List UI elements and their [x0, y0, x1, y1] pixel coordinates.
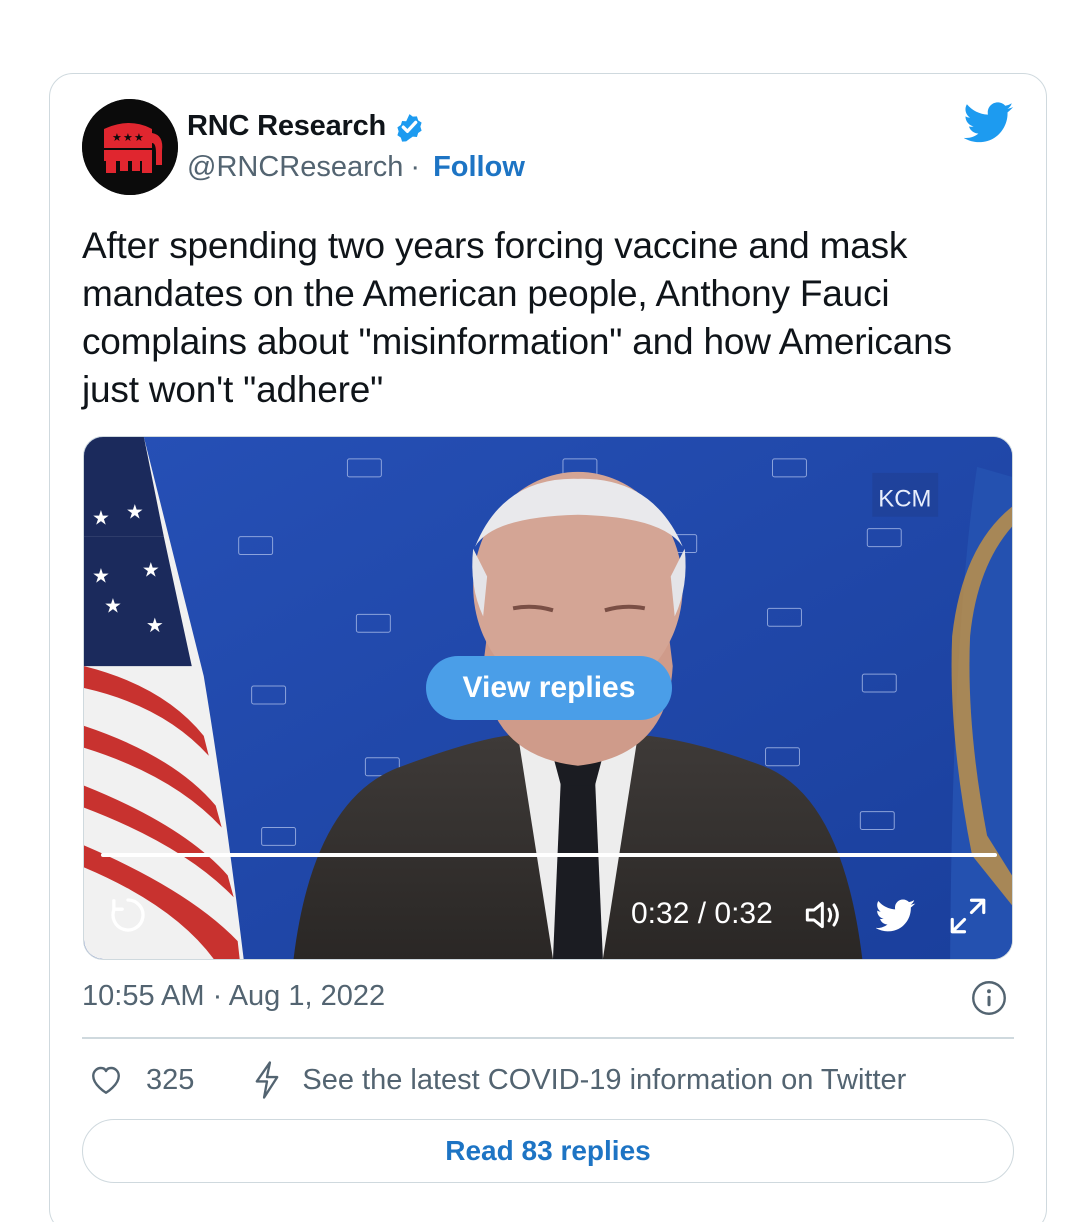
separator-dot: ·	[410, 151, 421, 183]
volume-icon[interactable]	[802, 895, 846, 935]
tweet-text: After spending two years forcing vaccine…	[82, 225, 952, 410]
video-progress-bar[interactable]	[101, 853, 997, 857]
elephant-logo-icon: ★ ★ ★	[82, 99, 178, 195]
lightning-bolt-icon	[255, 1061, 279, 1099]
svg-text:★: ★	[104, 593, 122, 617]
covid-info-link[interactable]: See the latest COVID-19 information on T…	[302, 1064, 906, 1097]
read-replies-button[interactable]: Read 83 replies	[82, 1119, 1014, 1183]
author-name-row: RNC Research	[187, 110, 426, 143]
svg-text:★: ★	[134, 131, 144, 144]
svg-text:★: ★	[92, 563, 110, 587]
follow-link[interactable]: Follow	[433, 151, 525, 184]
divider	[82, 1037, 1014, 1039]
info-icon[interactable]	[971, 980, 1007, 1016]
like-count[interactable]: 325	[146, 1064, 194, 1097]
video-timecode: 0:32 / 0:32	[631, 897, 773, 930]
twitter-bird-icon[interactable]	[876, 899, 916, 933]
tweet-timestamp[interactable]: 10:55 AM · Aug 1, 2022	[82, 980, 385, 1013]
svg-text:★: ★	[112, 131, 122, 144]
tweet-actions-row: 325 See the latest COVID-19 information …	[82, 1058, 906, 1102]
verified-badge-icon	[397, 114, 422, 142]
heart-icon[interactable]	[88, 1062, 124, 1098]
fullscreen-icon[interactable]	[947, 895, 989, 937]
author-handle-row: @RNCResearch · Follow	[187, 151, 525, 184]
svg-text:★: ★	[123, 131, 133, 144]
kcm-watermark: KCM	[878, 486, 931, 513]
twitter-bird-icon[interactable]	[964, 102, 1014, 144]
author-avatar[interactable]: ★ ★ ★	[82, 99, 178, 195]
svg-text:★: ★	[126, 500, 144, 524]
view-replies-button[interactable]: View replies	[426, 656, 672, 720]
svg-text:★: ★	[92, 506, 110, 530]
svg-text:★: ★	[142, 557, 160, 581]
svg-text:★: ★	[146, 613, 164, 637]
replay-icon[interactable]	[108, 895, 148, 935]
video-player[interactable]: KCM ★ ★ ★ ★ ★ ★ View replies 0:32 / 0:32	[83, 436, 1013, 960]
author-name[interactable]: RNC Research	[187, 110, 386, 143]
author-handle[interactable]: @RNCResearch	[187, 151, 403, 184]
